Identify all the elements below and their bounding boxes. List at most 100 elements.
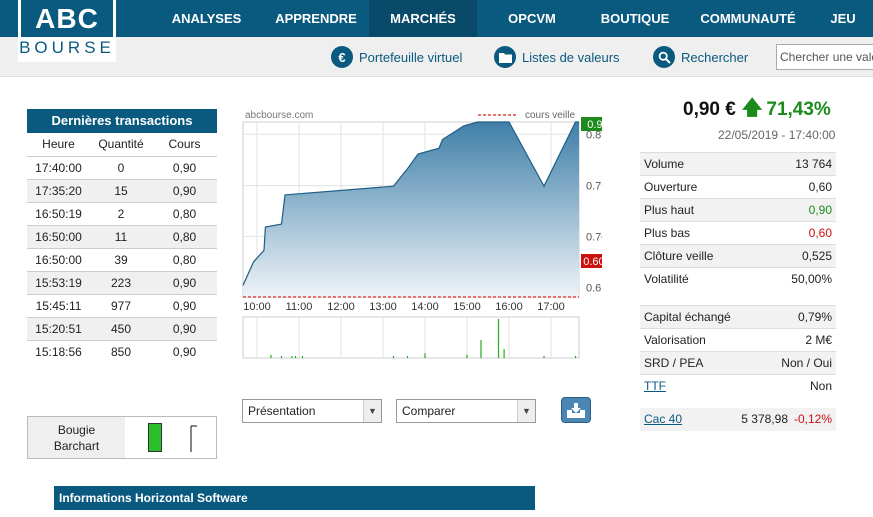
price-chart-svg: 10:00 11:00 12:00 13:00 14:00 15:00 16:00 17:00… — [242, 110, 621, 359]
stats-table-2: Capital échangé 0,79% Valorisation 2 M€ SRD … — [640, 305, 836, 397]
stat-value: 13 764 — [795, 157, 832, 171]
tx-quantity: 850 — [110, 345, 132, 359]
transactions-title: Dernières transactions — [27, 109, 217, 133]
tx-time: 16:50:19 — [35, 207, 82, 221]
presentation-select[interactable]: Présentation ▼ — [242, 399, 382, 423]
lists-link[interactable]: Listes de valeurs — [494, 46, 620, 68]
stat-value: 2 M€ — [805, 333, 832, 347]
tx-time: 15:20:51 — [35, 322, 82, 336]
stat-row: Clôture veille 0,525 — [640, 244, 836, 267]
nav-communaute[interactable]: COMMUNAUTÉ — [683, 0, 813, 37]
lists-label: Listes de valeurs — [522, 49, 620, 65]
euro-icon: € — [331, 46, 353, 68]
nav-apprendre[interactable]: APPRENDRE — [263, 0, 369, 37]
nav-analyses[interactable]: ANALYSES — [150, 0, 263, 37]
stat-row: SRD / PEA Non / Oui — [640, 351, 836, 374]
transaction-row: 15:20:51 450 0,90 — [27, 317, 217, 340]
x-tick-label: 14:00 — [411, 301, 439, 313]
tx-price: 0,90 — [172, 184, 197, 198]
folder-icon — [494, 46, 516, 68]
stat-row: Valorisation 2 M€ — [640, 328, 836, 351]
stat-value: Non / Oui — [781, 356, 832, 370]
col-heure: Heure — [42, 137, 75, 151]
stat-label: Volatilité — [644, 272, 689, 286]
stat-value: 0,79% — [797, 310, 832, 324]
info-section-title: Informations Horizontal Software — [54, 486, 535, 510]
download-button[interactable] — [561, 397, 591, 423]
barchart-label: Barchart — [53, 439, 100, 453]
sub-nav-bar: € Portefeuille virtuel Listes de valeurs… — [0, 37, 873, 77]
x-tick-label: 17:00 — [537, 301, 565, 313]
logo-abc: ABC — [21, 0, 113, 37]
stat-value: 50,00% — [791, 272, 832, 286]
chart-type-label: Bougie Barchart — [28, 417, 125, 458]
tx-quantity: 0 — [117, 161, 125, 175]
arrow-up-icon: 🡅 — [741, 97, 763, 119]
last-price-label: 0.900 — [587, 119, 602, 131]
tx-quantity: 11 — [114, 230, 128, 244]
tx-time: 17:35:20 — [35, 184, 82, 198]
site-logo[interactable]: ABC BOURSE — [18, 0, 116, 62]
tx-quantity: 39 — [114, 253, 128, 267]
index-row: Cac 40 5 378,98 -0,12% — [640, 408, 836, 431]
chevron-down-icon: ▼ — [363, 400, 381, 422]
index-link[interactable]: Cac 40 — [644, 408, 728, 431]
stat-value: 0,525 — [801, 249, 832, 263]
transaction-row: 15:45:11 977 0,90 — [27, 294, 217, 317]
stat-value: 0,60 — [808, 180, 832, 194]
stat-label: Ouverture — [644, 180, 698, 194]
stat-value: 0,90 — [808, 203, 832, 217]
transaction-row: 16:50:19 2 0,80 — [27, 202, 217, 225]
tx-time: 15:53:19 — [35, 276, 82, 290]
nav-boutique[interactable]: BOUTIQUE — [587, 0, 683, 37]
portfolio-link[interactable]: € Portefeuille virtuel — [331, 46, 462, 68]
search-link[interactable]: Rechercher — [653, 46, 748, 68]
x-tick-label: 12:00 — [327, 301, 355, 313]
portfolio-label: Portefeuille virtuel — [359, 49, 463, 65]
col-cours: Cours — [168, 137, 201, 151]
stat-label: Valorisation — [644, 333, 706, 347]
y-tick-label: 0.616 — [586, 283, 602, 295]
stat-label: Plus haut — [644, 203, 695, 217]
stat-label[interactable]: TTF — [644, 375, 666, 397]
stat-row: Ouverture 0,60 — [640, 175, 836, 198]
stat-row: Volatilité 50,00% — [640, 267, 836, 290]
tx-time: 17:40:00 — [35, 161, 82, 175]
x-tick-label: 10:00 — [243, 301, 271, 313]
search-label: Rechercher — [681, 49, 749, 65]
tx-price: 0,80 — [172, 253, 197, 267]
y-tick-label: 0.791 — [586, 181, 602, 193]
top-nav-bar: ANALYSES APPRENDRE MARCHÉS OPCVM BOUTIQU… — [0, 0, 873, 37]
stat-label: Volume — [644, 157, 685, 171]
x-tick-label: 13:00 — [369, 301, 397, 313]
search-input[interactable] — [776, 44, 873, 70]
main-nav: ANALYSES APPRENDRE MARCHÉS OPCVM BOUTIQU… — [150, 0, 873, 37]
price-chart[interactable]: 10:00 11:00 12:00 13:00 14:00 15:00 16:00 17:00… — [232, 104, 621, 366]
nav-jeu[interactable]: JEU — [813, 0, 873, 37]
quote-datetime: 22/05/2019 - 17:40:00 — [718, 128, 836, 142]
barchart-icon[interactable] — [186, 423, 216, 453]
tx-price: 0,90 — [172, 299, 197, 313]
legend-label: cours veille — [525, 110, 575, 121]
tx-quantity: 2 — [117, 207, 125, 221]
stat-row: TTF Non — [640, 374, 836, 397]
compare-select[interactable]: Comparer ▼ — [396, 399, 536, 423]
volume-panel — [242, 316, 580, 359]
download-icon — [567, 402, 585, 418]
nav-opcvm[interactable]: OPCVM — [477, 0, 587, 37]
variation: 71,43% — [766, 99, 831, 120]
candlestick-icon[interactable] — [148, 423, 162, 452]
tx-quantity: 223 — [110, 276, 132, 290]
stat-row: Plus bas 0,60 — [640, 221, 836, 244]
stat-row: Volume 13 764 — [640, 152, 836, 175]
transactions-body: 17:40:00 0 0,90 17:35:20 15 0,90 16:50:19 2 0,80… — [27, 156, 217, 363]
transaction-row: 15:53:19 223 0,90 — [27, 271, 217, 294]
tx-time: 16:50:00 — [35, 230, 82, 244]
tx-price: 0,90 — [172, 161, 197, 175]
tx-price: 0,90 — [172, 276, 197, 290]
tx-price: 0,90 — [172, 322, 197, 336]
transaction-row: 17:35:20 15 0,90 — [27, 179, 217, 202]
nav-marches[interactable]: MARCHÉS — [369, 0, 477, 37]
chart-type-selector: Bougie Barchart — [27, 416, 217, 459]
x-tick-label: 15:00 — [453, 301, 481, 313]
